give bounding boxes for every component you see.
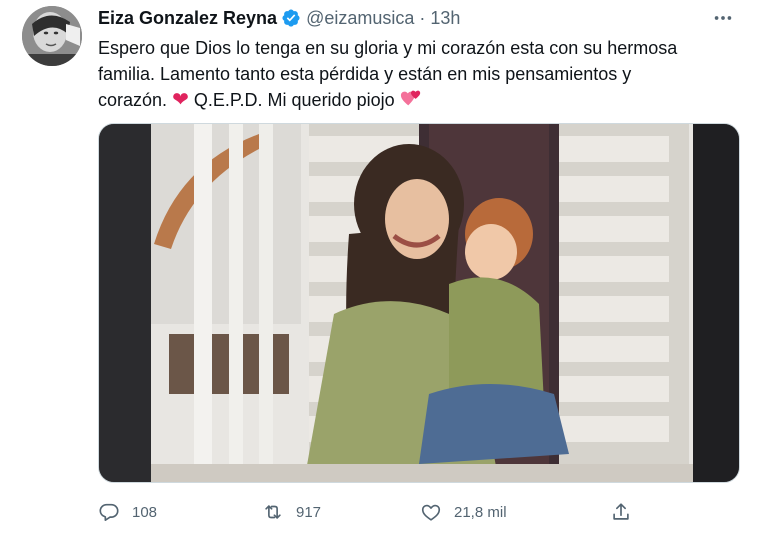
tweet-text-line-3a: corazón. [98,90,168,110]
retweet-count: 917 [296,503,322,521]
tweet-text-line-2: familia. Lamento tanto esta pérdida y es… [98,64,632,84]
verified-badge-icon [281,8,301,28]
like-icon [421,504,441,521]
like-count: 21,8 mil [454,503,507,521]
like-button[interactable]: 21,8 mil [420,498,507,526]
tweet-actions: 108 917 21,8 mil [98,498,738,526]
tweet-header: Eiza Gonzalez Reyna @eizamusica · 13h [98,6,460,30]
timestamp[interactable]: 13h [430,8,460,29]
reply-count: 108 [132,503,158,521]
avatar-image [22,6,82,66]
display-name[interactable]: Eiza Gonzalez Reyna [98,8,277,29]
share-button[interactable] [610,498,632,526]
avatar[interactable] [22,6,82,66]
photo-image [99,124,739,482]
handle[interactable]: @eizamusica [306,8,414,29]
reply-button[interactable]: 108 [98,498,157,526]
red-heart-emoji: ❤ [172,89,189,111]
tweet-photo[interactable] [98,123,740,483]
reply-icon [99,503,119,521]
tweet-text-line-3b: Q.E.P.D. Mi querido piojo [193,90,395,110]
tweet-text-line-1: Espero que Dios lo tenga en su gloria y … [98,38,678,58]
more-icon[interactable] [708,6,738,30]
retweet-button[interactable]: 917 [262,498,321,526]
two-hearts-emoji-icon [400,87,422,116]
tweet-text: Espero que Dios lo tenga en su gloria y … [98,35,718,116]
share-icon [613,503,629,520]
tweet[interactable]: Eiza Gonzalez Reyna @eizamusica · 13h Es… [0,0,768,534]
separator-dot: · [419,7,426,28]
retweet-icon [265,505,281,519]
